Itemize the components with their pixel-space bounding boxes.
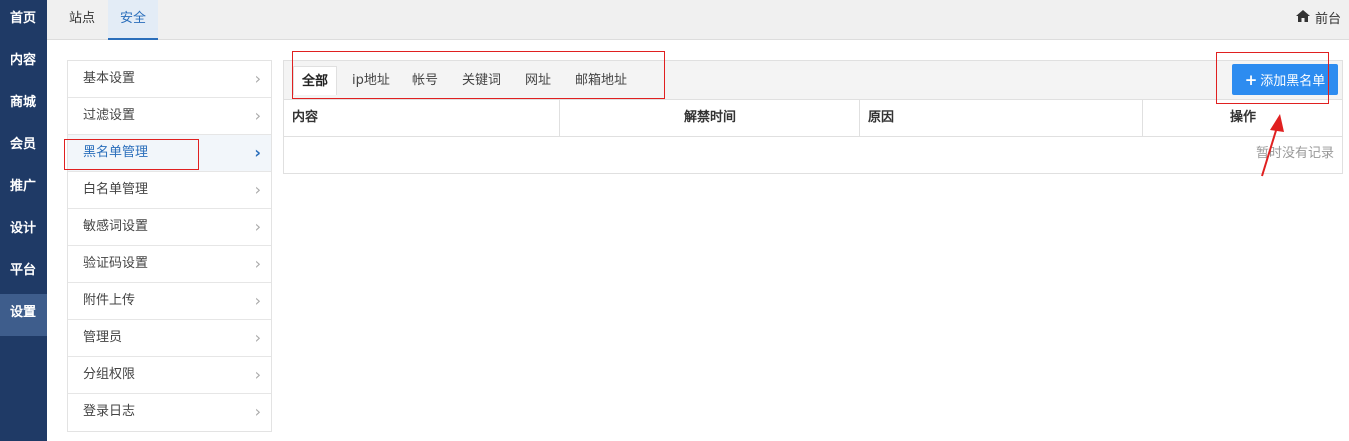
nav-item-promotion[interactable]: 推广 xyxy=(0,168,47,210)
blacklist-panel: 全部 ip地址 帐号 关键词 网址 邮箱地址 + 添加黑名单 内容 解禁时间 原… xyxy=(283,60,1343,174)
front-link[interactable]: 前台 xyxy=(1295,0,1341,40)
tab-site[interactable]: 站点 xyxy=(57,0,107,40)
chevron-right-icon: › xyxy=(254,69,261,88)
filter-tab-ip[interactable]: ip地址 xyxy=(344,66,398,95)
submenu-item-upload[interactable]: 附件上传 › xyxy=(68,283,271,320)
filter-tab-account[interactable]: 帐号 xyxy=(404,66,446,95)
filter-tab-all[interactable]: 全部 xyxy=(293,66,338,95)
filter-tab-email[interactable]: 邮箱地址 xyxy=(567,66,635,95)
nav-item-design[interactable]: 设计 xyxy=(0,210,47,252)
tab-security[interactable]: 安全 xyxy=(108,0,159,40)
chevron-right-icon: › xyxy=(254,106,261,125)
empty-message: 暂时没有记录 xyxy=(1255,146,1334,161)
chevron-right-icon: › xyxy=(254,143,261,162)
chevron-right-icon: › xyxy=(254,217,261,236)
nav-item-settings[interactable]: 设置 xyxy=(0,294,47,336)
top-bar: 站点 安全 前台 xyxy=(47,0,1349,40)
add-blacklist-label: 添加黑名单 xyxy=(1260,74,1326,89)
submenu-item-captcha[interactable]: 验证码设置 › xyxy=(68,246,271,283)
annotation-arrow xyxy=(1261,114,1284,177)
submenu-item-admins[interactable]: 管理员 › xyxy=(68,320,271,357)
submenu-item-sensitive-words[interactable]: 敏感词设置 › xyxy=(68,209,271,246)
submenu-item-label: 基本设置 xyxy=(83,71,136,86)
chevron-right-icon: › xyxy=(254,402,261,421)
chevron-right-icon: › xyxy=(254,328,261,347)
main-sidebar: 首页 内容 商城 会员 推广 设计 平台 设置 xyxy=(0,0,47,441)
submenu-item-filter[interactable]: 过滤设置 › xyxy=(68,98,271,135)
chevron-right-icon: › xyxy=(254,291,261,310)
filter-tab-url[interactable]: 网址 xyxy=(517,66,559,95)
submenu-item-label: 验证码设置 xyxy=(83,256,149,271)
column-divider xyxy=(859,100,860,136)
nav-item-shop[interactable]: 商城 xyxy=(0,84,47,126)
chevron-right-icon: › xyxy=(254,180,261,199)
submenu-item-label: 附件上传 xyxy=(83,293,136,308)
filter-tab-keyword[interactable]: 关键词 xyxy=(454,66,509,95)
submenu-item-label: 分组权限 xyxy=(83,367,136,382)
submenu-item-label: 过滤设置 xyxy=(83,108,136,123)
column-divider xyxy=(559,100,560,136)
nav-item-members[interactable]: 会员 xyxy=(0,126,47,168)
submenu-item-label: 管理员 xyxy=(83,330,123,345)
nav-item-platform[interactable]: 平台 xyxy=(0,252,47,294)
submenu-item-basic[interactable]: 基本设置 › xyxy=(68,61,271,98)
nav-item-content[interactable]: 内容 xyxy=(0,42,47,84)
submenu-item-whitelist[interactable]: 白名单管理 › xyxy=(68,172,271,209)
chevron-right-icon: › xyxy=(254,365,261,384)
nav-item-home[interactable]: 首页 xyxy=(0,0,47,42)
column-header-content: 内容 xyxy=(292,110,319,125)
submenu-item-label: 黑名单管理 xyxy=(83,145,149,160)
column-header-reason: 原因 xyxy=(868,110,895,125)
table-header: 内容 解禁时间 原因 操作 xyxy=(284,100,1342,137)
submenu-item-login-log[interactable]: 登录日志 › xyxy=(68,394,271,431)
submenu-item-label: 登录日志 xyxy=(83,404,136,419)
submenu-item-label: 白名单管理 xyxy=(83,182,149,197)
column-header-unban-time: 解禁时间 xyxy=(684,110,737,125)
submenu-item-label: 敏感词设置 xyxy=(83,219,149,234)
submenu-item-group-permissions[interactable]: 分组权限 › xyxy=(68,357,271,394)
add-blacklist-button[interactable]: + 添加黑名单 xyxy=(1232,64,1338,95)
chevron-right-icon: › xyxy=(254,254,261,273)
column-divider xyxy=(1142,100,1143,136)
settings-submenu: 基本设置 › 过滤设置 › 黑名单管理 › 白名单管理 › 敏感词设置 › 验证码设置 › … xyxy=(67,60,272,432)
home-icon xyxy=(1295,1,1311,39)
plus-icon: + xyxy=(1244,70,1258,89)
submenu-item-blacklist[interactable]: 黑名单管理 › xyxy=(68,135,271,172)
filter-bar: 全部 ip地址 帐号 关键词 网址 邮箱地址 + 添加黑名单 xyxy=(284,61,1342,100)
front-link-label: 前台 xyxy=(1314,12,1341,27)
